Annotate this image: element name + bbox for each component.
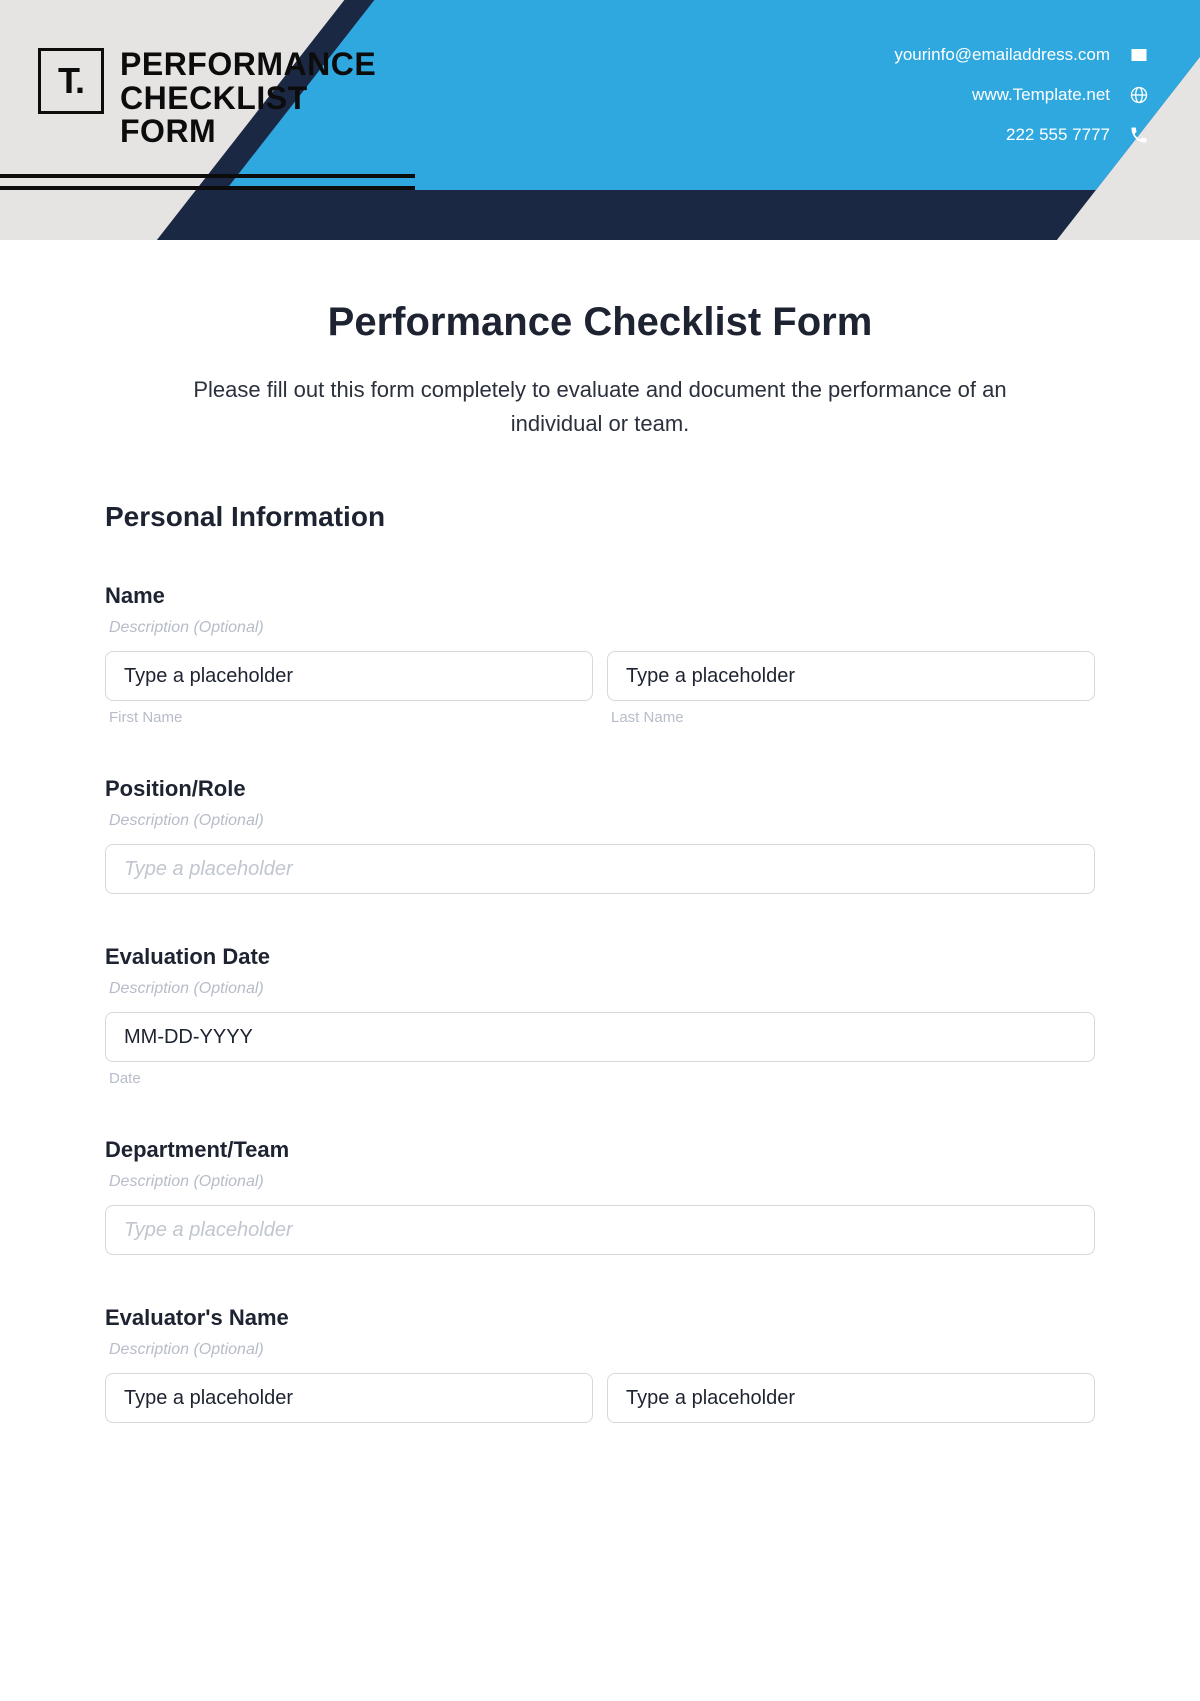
label-department: Department/Team: [105, 1137, 1095, 1163]
mail-icon: [1128, 44, 1150, 66]
phone-icon: [1128, 124, 1150, 146]
field-name: Name Description (Optional) First Name L…: [105, 583, 1095, 726]
header-title: PERFORMANCE CHECKLIST FORM: [120, 48, 376, 149]
desc-position: Description (Optional): [109, 812, 1095, 830]
desc-name: Description (Optional): [109, 619, 1095, 637]
field-department: Department/Team Description (Optional): [105, 1137, 1095, 1255]
header-line: [0, 186, 415, 190]
sublabel-date: Date: [109, 1070, 1095, 1087]
contact-email-row: yourinfo@emailaddress.com: [894, 44, 1150, 66]
field-evaluator: Evaluator's Name Description (Optional): [105, 1305, 1095, 1423]
first-name-input[interactable]: [105, 651, 593, 701]
field-position: Position/Role Description (Optional): [105, 776, 1095, 894]
sublabel-last-name: Last Name: [611, 709, 1095, 726]
logo-mark: T.: [38, 48, 104, 114]
header-underlines: [0, 174, 415, 198]
eval-date-input[interactable]: [105, 1012, 1095, 1062]
logo-block: T. PERFORMANCE CHECKLIST FORM: [38, 48, 376, 149]
header-line: [0, 174, 415, 178]
globe-icon: [1128, 84, 1150, 106]
header-title-line1: PERFORMANCE: [120, 48, 376, 82]
section-personal-info: Personal Information: [105, 501, 1095, 533]
label-position: Position/Role: [105, 776, 1095, 802]
form-title: Performance Checklist Form: [105, 300, 1095, 345]
field-eval-date: Evaluation Date Description (Optional) D…: [105, 944, 1095, 1087]
last-name-input[interactable]: [607, 651, 1095, 701]
label-name: Name: [105, 583, 1095, 609]
position-input[interactable]: [105, 844, 1095, 894]
form-intro: Please fill out this form completely to …: [150, 373, 1050, 441]
desc-evaluator: Description (Optional): [109, 1341, 1095, 1359]
label-evaluator: Evaluator's Name: [105, 1305, 1095, 1331]
label-eval-date: Evaluation Date: [105, 944, 1095, 970]
contact-block: yourinfo@emailaddress.com www.Template.n…: [894, 44, 1150, 164]
evaluator-first-input[interactable]: [105, 1373, 593, 1423]
desc-eval-date: Description (Optional): [109, 980, 1095, 998]
header-title-line2: CHECKLIST: [120, 82, 376, 116]
contact-phone: 222 555 7777: [1006, 125, 1110, 145]
form-area: Performance Checklist Form Please fill o…: [105, 300, 1095, 1473]
desc-department: Description (Optional): [109, 1173, 1095, 1191]
department-input[interactable]: [105, 1205, 1095, 1255]
sublabel-first-name: First Name: [109, 709, 593, 726]
header-title-line3: FORM: [120, 115, 376, 149]
evaluator-last-input[interactable]: [607, 1373, 1095, 1423]
contact-website: www.Template.net: [972, 85, 1110, 105]
contact-website-row: www.Template.net: [894, 84, 1150, 106]
contact-phone-row: 222 555 7777: [894, 124, 1150, 146]
contact-email: yourinfo@emailaddress.com: [894, 45, 1110, 65]
